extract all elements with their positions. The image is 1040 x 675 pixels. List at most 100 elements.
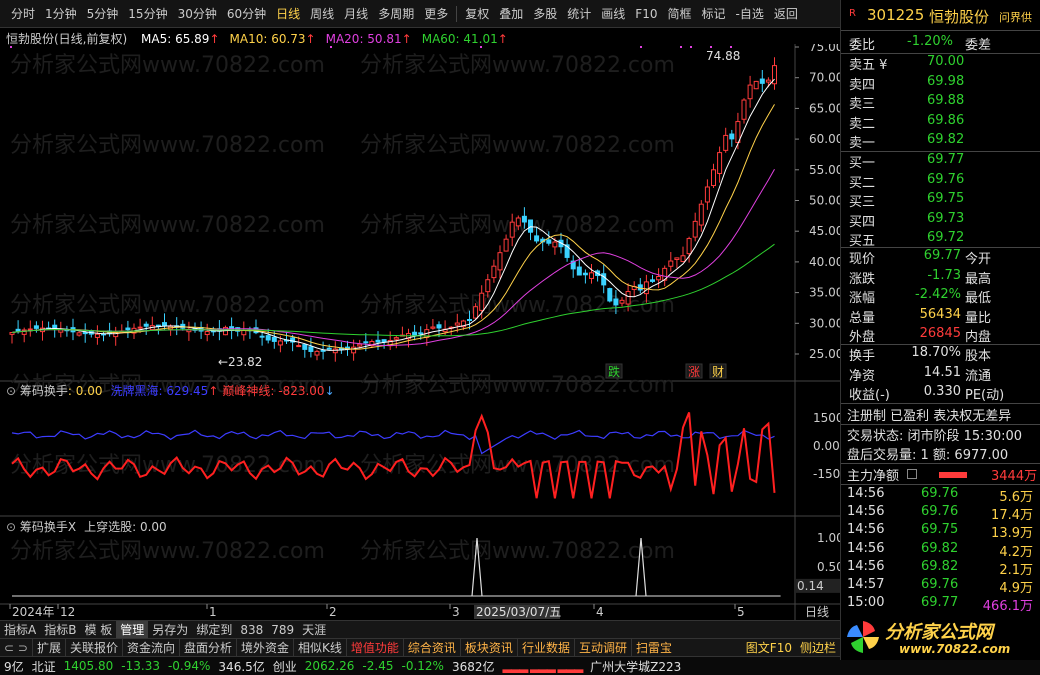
tick-time: 14:56 <box>847 486 885 501</box>
period-4[interactable]: 30分钟 <box>173 4 222 24</box>
feature-tab-5[interactable]: 相似K线 <box>293 639 346 656</box>
candle-body <box>717 152 723 174</box>
toolbar-action-2[interactable]: 多股 <box>528 4 562 24</box>
toolbar-action-3[interactable]: 统计 <box>562 4 596 24</box>
toolbar-action-0[interactable]: 复权 <box>460 4 494 24</box>
candle-body <box>430 326 436 329</box>
toolbar-action-5[interactable]: F10 <box>630 4 662 24</box>
stock-title-row: R 301225 恒勃股份 问界供 <box>841 6 1040 28</box>
stat-label: 换手 <box>849 349 876 364</box>
trade-state: 交易状态: 闭市阶段 15:30:00 <box>847 429 1023 444</box>
net-detail-icon[interactable] <box>907 469 917 479</box>
indicator-tab-5[interactable]: 绑定到 <box>192 621 236 638</box>
period-8[interactable]: 月线 <box>339 4 373 24</box>
candle-body <box>704 186 710 203</box>
indicator-tab-8[interactable]: 天涯 <box>298 621 330 638</box>
candle-body <box>491 265 497 279</box>
feature-tab-8[interactable]: 板块资讯 <box>459 639 517 656</box>
toolbar-action-6[interactable]: 简框 <box>662 4 696 24</box>
indicator-tab-6[interactable]: 838 <box>236 623 267 637</box>
candle-body <box>515 217 521 227</box>
candle-body <box>418 332 424 335</box>
feature-tab-10[interactable]: 互动调研 <box>573 639 631 656</box>
ask-row: 卖二 69.86 <box>841 113 1040 133</box>
indicator-tab-3[interactable]: 管理 <box>116 621 149 638</box>
period-1[interactable]: 1分钟 <box>40 4 82 24</box>
weicha-label: 委差 <box>965 38 992 53</box>
candle-body <box>27 328 33 331</box>
feature-tabs: ⊂ ⊃ 扩展 关联报价 资金流向 盘面分析 境外资金 相似K线 增值功能 综合资讯 板块资讯 行业数… <box>0 638 840 656</box>
tick-volume: 13.9万 <box>991 526 1033 542</box>
candle-body <box>137 326 143 329</box>
feature-tab-1[interactable]: 关联报价 <box>64 639 122 656</box>
feature-tab-6[interactable]: 增值功能 <box>345 639 403 656</box>
expand-toggle[interactable]: ⊂ ⊃ <box>0 641 32 655</box>
indicator-tab-7[interactable]: 789 <box>267 623 298 637</box>
right-tab-0[interactable]: 图文F10 <box>742 639 796 656</box>
status-item-10: 3682亿 <box>451 659 495 674</box>
after-hours-row: 盘后交易量: 1 额: 6977.00 <box>841 444 1040 464</box>
tick-time: 14:56 <box>847 504 885 520</box>
period-3[interactable]: 15分钟 <box>123 4 172 24</box>
period-10[interactable]: 更多 <box>419 4 453 24</box>
stat-row: 收益(-) 0.330 PE(动) <box>841 384 1040 404</box>
indicator2-badge[interactable]: ⊙ <box>6 520 20 534</box>
ma20-line <box>11 168 775 346</box>
status-item-4: -0.94% <box>167 659 211 673</box>
watermark-text: 分析家公式网www.70822.com <box>10 53 325 78</box>
candle-body <box>94 333 100 338</box>
high-label: 74.88 <box>706 49 740 63</box>
feature-tab-0[interactable]: 扩展 <box>31 639 65 656</box>
period-2[interactable]: 5分钟 <box>82 4 124 24</box>
tick-price: 69.82 <box>921 540 959 556</box>
y-tick-label: 55.00 <box>809 163 840 177</box>
toolbar-action-8[interactable]: -自选 <box>731 4 769 24</box>
ask-price: 69.88 <box>927 93 965 108</box>
watermark-text: 分析家公式网www.70822.com <box>360 539 675 564</box>
period-9[interactable]: 多周期 <box>373 4 419 24</box>
stat-label: 收益(-) <box>849 388 890 403</box>
stat-label2: 股本 <box>965 349 992 364</box>
period-5[interactable]: 60分钟 <box>222 4 271 24</box>
cursor-date: 2025/03/07/五 <box>476 605 561 619</box>
weibi-label: 委比 <box>849 38 876 53</box>
feature-tab-7[interactable]: 综合资讯 <box>402 639 460 656</box>
watermark-text: 分析家公式网www.70822.com <box>360 133 675 158</box>
quote-label: 涨跌 <box>849 271 876 287</box>
status-location: 广州大学城Z223 <box>590 659 682 674</box>
candle-body <box>643 281 649 295</box>
ask-label: 卖二 <box>849 116 876 132</box>
period-0[interactable]: 分时 <box>6 4 40 24</box>
x-tick-label: 12 <box>60 605 75 619</box>
status-item-0: 9亿 <box>4 659 24 674</box>
candle-body <box>479 292 485 311</box>
ask-label: 卖四 <box>849 77 876 93</box>
status-item-3: -13.33 <box>121 659 160 673</box>
feature-tab-9[interactable]: 行业数据 <box>516 639 574 656</box>
feature-tab-11[interactable]: 扫雷宝 <box>630 639 676 656</box>
stock-name: 恒勃股份 <box>929 8 990 26</box>
feature-tab-2[interactable]: 资金流向 <box>121 639 179 656</box>
period-7[interactable]: 周线 <box>305 4 339 24</box>
toolbar-action-7[interactable]: 标记 <box>696 4 730 24</box>
y-tick-label: 50.00 <box>809 194 840 208</box>
signal-dot <box>480 46 482 48</box>
indicator-tab-0[interactable]: 指标A <box>0 621 40 638</box>
indicator-tab-2[interactable]: 模 板 <box>80 621 116 638</box>
candle-body <box>674 257 680 260</box>
indicator1-v0: : 0.00 <box>67 384 103 398</box>
period-6[interactable]: 日线 <box>271 4 305 24</box>
feature-tab-3[interactable]: 盘面分析 <box>178 639 236 656</box>
candle-body <box>412 331 418 336</box>
toolbar-action-9[interactable]: 返回 <box>769 4 803 24</box>
toolbar-action-4[interactable]: 画线 <box>596 4 630 24</box>
candle-body <box>650 279 655 282</box>
feature-tab-4[interactable]: 境外资金 <box>236 639 293 656</box>
stock-tag[interactable]: 问界供 <box>999 9 1032 25</box>
indicator1-badge[interactable]: ⊙ <box>6 384 20 398</box>
right-tab-1[interactable]: 侧边栏 <box>796 639 840 656</box>
toolbar-action-1[interactable]: 叠加 <box>494 4 528 24</box>
indicator-tab-1[interactable]: 指标B <box>40 621 80 638</box>
indicator-tab-4[interactable]: 另存为 <box>148 621 192 638</box>
status-item-2: 1405.80 <box>63 659 114 673</box>
